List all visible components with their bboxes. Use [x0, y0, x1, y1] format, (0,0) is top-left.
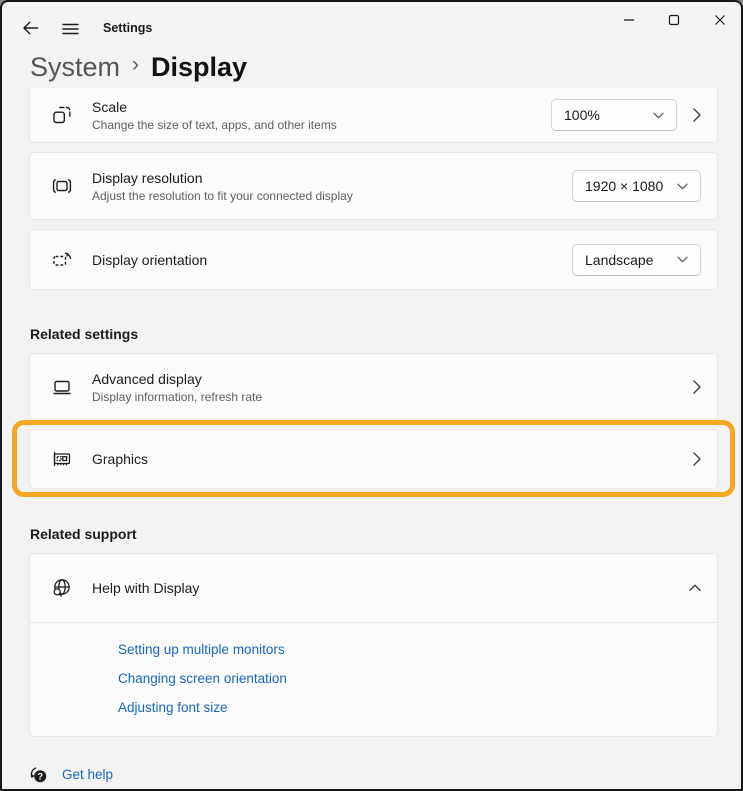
minimize-button[interactable]	[615, 7, 643, 33]
help-links: Setting up multiple monitors Changing sc…	[30, 623, 717, 715]
graphics-card[interactable]: Graphics	[29, 429, 718, 489]
advanced-display-subtitle: Display information, refresh rate	[92, 390, 262, 404]
svg-text:?: ?	[37, 771, 43, 782]
breadcrumb: System › Display	[30, 48, 247, 86]
help-with-display-row[interactable]: Help with Display	[30, 554, 717, 623]
help-link-font-size[interactable]: Adjusting font size	[118, 700, 228, 715]
chevron-down-icon	[677, 183, 688, 190]
maximize-button[interactable]	[660, 7, 688, 33]
settings-window: Settings System › Display Scale Change t…	[0, 0, 743, 791]
help-card: Help with Display Setting up multiple mo…	[29, 553, 718, 737]
chevron-right-icon	[693, 380, 701, 394]
get-help-row: ? Get help	[28, 764, 113, 785]
back-arrow-icon	[22, 20, 39, 36]
help-link-screen-orientation[interactable]: Changing screen orientation	[118, 671, 287, 686]
chevron-right-icon	[693, 452, 701, 466]
get-help-link[interactable]: Get help	[62, 767, 113, 782]
monitor-icon	[50, 376, 74, 398]
breadcrumb-separator: ›	[120, 53, 151, 77]
chevron-down-icon	[677, 256, 688, 263]
orientation-title: Display orientation	[92, 252, 207, 268]
scale-title: Scale	[92, 99, 337, 115]
chevron-down-icon	[653, 112, 664, 119]
display-orientation-card: Display orientation Landscape	[29, 229, 718, 290]
page-title: Display	[151, 52, 247, 83]
orientation-dropdown[interactable]: Landscape	[572, 244, 701, 276]
get-help-icon: ?	[28, 764, 49, 785]
scale-detail-button[interactable]	[693, 108, 701, 122]
hamburger-icon	[62, 22, 79, 36]
resolution-title: Display resolution	[92, 170, 353, 186]
orientation-dropdown-value: Landscape	[585, 252, 654, 268]
help-link-multiple-monitors[interactable]: Setting up multiple monitors	[118, 642, 285, 657]
hamburger-menu-button[interactable]	[56, 16, 84, 42]
resolution-dropdown[interactable]: 1920 × 1080	[572, 170, 701, 202]
chevron-up-icon	[689, 584, 701, 592]
chevron-right-icon	[693, 108, 701, 122]
minimize-icon	[623, 14, 635, 26]
resolution-subtitle: Adjust the resolution to fit your connec…	[92, 189, 353, 203]
gpu-icon	[50, 448, 74, 470]
app-title: Settings	[103, 21, 152, 35]
advanced-display-card[interactable]: Advanced display Display information, re…	[29, 353, 718, 421]
globe-search-icon	[50, 576, 74, 600]
scale-card: Scale Change the size of text, apps, and…	[29, 88, 718, 143]
related-settings-header: Related settings	[30, 326, 138, 342]
graphics-title: Graphics	[92, 451, 148, 467]
scale-dropdown-value: 100%	[564, 107, 600, 123]
resolution-icon	[50, 175, 74, 197]
help-with-display-title: Help with Display	[92, 580, 199, 596]
scale-subtitle: Change the size of text, apps, and other…	[92, 118, 337, 132]
display-resolution-card: Display resolution Adjust the resolution…	[29, 152, 718, 220]
advanced-display-title: Advanced display	[92, 371, 262, 387]
back-button[interactable]	[16, 15, 44, 41]
orientation-icon	[50, 249, 74, 271]
scale-icon	[50, 104, 74, 126]
resolution-dropdown-value: 1920 × 1080	[585, 178, 663, 194]
breadcrumb-system[interactable]: System	[30, 52, 120, 83]
related-support-header: Related support	[30, 526, 137, 542]
close-button[interactable]	[706, 7, 734, 33]
maximize-icon	[668, 14, 680, 26]
scale-dropdown[interactable]: 100%	[551, 99, 677, 131]
close-icon	[714, 14, 726, 26]
